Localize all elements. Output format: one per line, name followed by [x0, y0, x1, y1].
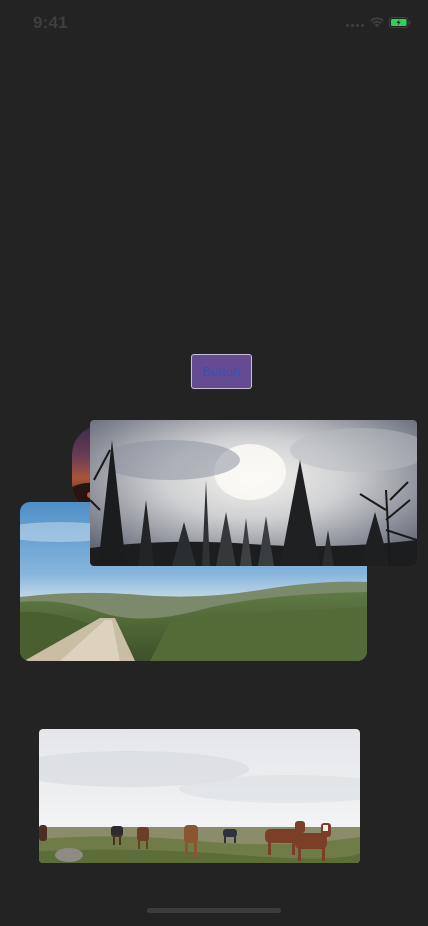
- battery-charging-icon: [389, 17, 411, 28]
- home-indicator[interactable]: [147, 908, 281, 913]
- status-bar: 9:41: [0, 0, 428, 44]
- misty-forest-photo[interactable]: [90, 420, 417, 566]
- status-time: 9:41: [33, 13, 68, 32]
- wifi-icon: [370, 17, 384, 28]
- main-button[interactable]: Button: [191, 354, 252, 389]
- cellular-signal-icon: [346, 24, 364, 28]
- wild-horses-photo[interactable]: [39, 729, 360, 863]
